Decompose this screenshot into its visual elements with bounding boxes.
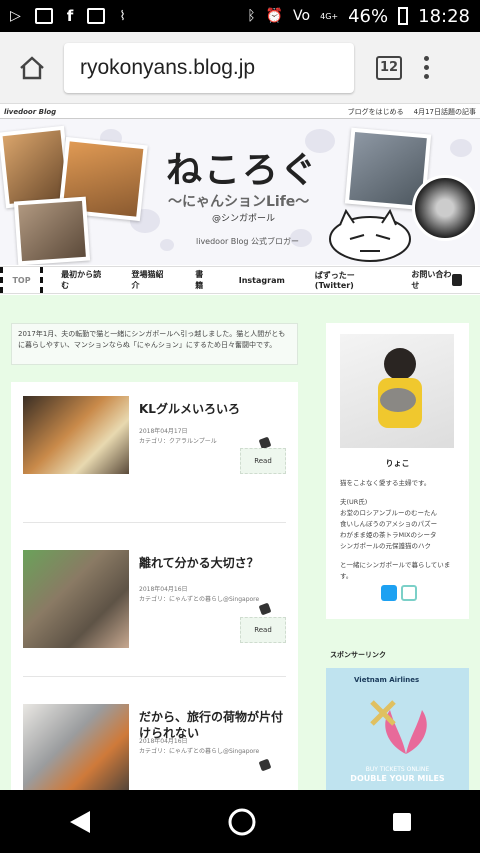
network-label: 4G+ (320, 11, 339, 21)
tab-switcher-button[interactable]: 12 (376, 55, 402, 80)
divider (23, 522, 286, 523)
recents-icon[interactable] (392, 812, 412, 832)
trending-link[interactable]: 4月17日話題の記事 (414, 107, 476, 117)
facebook-icon: f (66, 7, 74, 25)
post-item[interactable]: 離れて分かる大切さ？ 2018年04月16日 カテゴリ：にゃんずとの暮らし@Si… (23, 550, 286, 650)
divider (23, 676, 286, 677)
sponsor-label: スポンサーリンク (330, 651, 386, 659)
livedoor-bar: livedoor Blog ブログをはじめる 4月17日話題の記事 (0, 105, 480, 119)
news-icon (34, 8, 53, 24)
post-thumbnail[interactable] (23, 550, 129, 648)
blog-location: @シンガポール (212, 214, 276, 224)
volte-icon: Vo (293, 8, 311, 24)
nav-instagram[interactable]: Instagram (239, 276, 285, 285)
ad-line1: BUY TICKETS ONLINE (365, 766, 430, 773)
header-banner[interactable]: ねころぐ ～にゃんションLife～ @シンガポール livedoor Blog … (0, 119, 480, 265)
nav-top[interactable]: TOP (0, 267, 44, 293)
post-date: 2018年04月16日 (139, 738, 188, 745)
post-category[interactable]: カテゴリ：にゃんずとの暮らし@Singapore (139, 746, 259, 755)
post-list: KLグルメいろいろ 2018年04月17日 カテゴリ：クアラルンプール Read… (11, 382, 298, 790)
status-bar: ▷ f ⌇ ᛒ ⏰ Vo 4G+ 46% 18:28 (0, 0, 480, 32)
instagram-icon[interactable] (401, 585, 417, 601)
clock: 18:28 (418, 5, 470, 27)
start-blog-link[interactable]: ブログをはじめる (348, 107, 404, 117)
post-thumbnail[interactable] (23, 704, 129, 790)
home-circle-icon[interactable] (227, 807, 257, 837)
home-icon (20, 55, 44, 79)
post-date: 2018年04月17日 (139, 428, 188, 435)
cat-photo-3 (13, 196, 91, 265)
post-category[interactable]: カテゴリ：にゃんずとの暮らし@Singapore (139, 594, 259, 603)
ad-brand: Vietnam Airlines (354, 676, 420, 684)
play-icon: ▷ (10, 8, 21, 24)
profile-description: 猫をこよなく愛する主婦です。 夫(UR氏) お堂のロシアンブルーのむーたん 食い… (340, 479, 451, 581)
alarm-icon: ⏰ (265, 8, 284, 24)
cat-icon (258, 602, 272, 616)
rss-icon[interactable] (451, 274, 462, 286)
nav-books[interactable]: 書籍 (195, 269, 208, 291)
post-title[interactable]: KLグルメいろいろ (139, 402, 289, 418)
ad-line2: DOUBLE YOUR MILES (350, 774, 445, 783)
profile-widget: りょこ 猫をこよなく愛する主婦です。 夫(UR氏) お堂のロシアンブルーのむーた… (326, 323, 469, 619)
cat-photo-5 (412, 175, 478, 241)
pulse-icon: ⌇ (119, 8, 126, 24)
read-button[interactable]: Read (240, 448, 286, 474)
home-button[interactable] (12, 48, 52, 88)
lotus-illustration (370, 700, 427, 754)
post-item[interactable]: KLグルメいろいろ 2018年04月17日 カテゴリ：クアラルンプール Read (23, 396, 286, 496)
post-thumbnail[interactable] (23, 396, 129, 474)
official-blogger-badge: livedoor Blog 公式ブロガー (196, 237, 300, 246)
bluetooth-icon: ᛒ (247, 8, 256, 24)
nav-contact[interactable]: お問い合わせ (411, 269, 451, 291)
blog-title: ねころぐ (166, 150, 319, 191)
blog-subtitle: ～にゃんションLife～ (168, 194, 310, 210)
url-text: ryokonyans.blog.jp (80, 55, 256, 79)
android-nav-bar (0, 790, 480, 853)
url-bar[interactable]: ryokonyans.blog.jp (64, 42, 354, 93)
nav-twitter[interactable]: ぱずったー(Twitter) (315, 270, 382, 290)
profile-name: りょこ (385, 459, 410, 468)
profile-photo (340, 334, 454, 448)
main-nav: TOP 最初から読む 登場猫紹介 書籍 Instagram ぱずったー(Twit… (0, 266, 480, 294)
twitter-icon[interactable] (381, 585, 397, 601)
battery-icon (398, 7, 409, 25)
cat-illustration (329, 208, 411, 262)
nav-cats[interactable]: 登場猫紹介 (132, 269, 166, 291)
ad-banner[interactable]: Vietnam Airlines BUY TICKETS ONLINE DOUB… (326, 668, 469, 790)
read-button[interactable]: Read (240, 617, 286, 643)
cat-icon (258, 758, 272, 772)
post-category[interactable]: カテゴリ：クアラルンプール (139, 436, 217, 445)
browser-toolbar: ryokonyans.blog.jp 12 (0, 32, 480, 104)
livedoor-logo[interactable]: livedoor Blog (4, 108, 56, 116)
post-date: 2018年04月16日 (139, 586, 188, 593)
post-title[interactable]: 離れて分かる大切さ？ (139, 556, 289, 572)
intro-box: 2017年1月、夫の転勤で猫と一緒にシンガポールへ引っ越しました。猫と人間がとも… (11, 323, 298, 365)
back-icon[interactable] (68, 809, 92, 835)
post-item[interactable]: だから、旅行の荷物が片付けられない 2018年04月16日 カテゴリ：にゃんずと… (23, 704, 286, 790)
battery-percent: 46% (348, 5, 389, 27)
overflow-menu-button[interactable] (424, 56, 429, 79)
image-icon (87, 8, 106, 24)
content-area: 2017年1月、夫の転勤で猫と一緒にシンガポールへ引っ越しました。猫と人間がとも… (0, 295, 480, 790)
nav-from-start[interactable]: 最初から読む (61, 269, 101, 291)
